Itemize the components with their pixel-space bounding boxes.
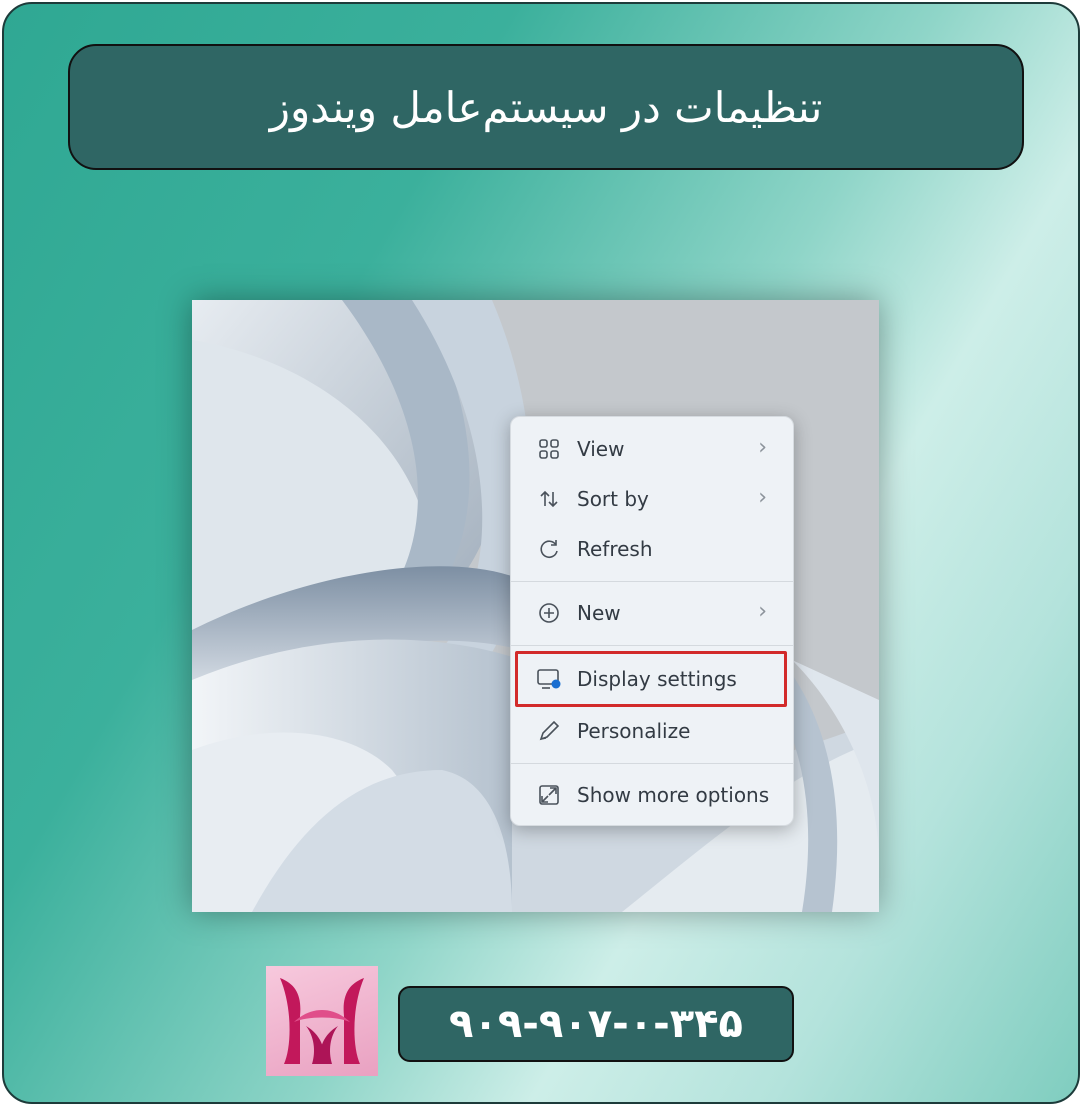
phone-box: ۹۰۹-۹۰۷-۰-۳۴۵ xyxy=(398,986,794,1062)
context-menu: View › Sort by › Refresh New › Display s… xyxy=(510,416,794,826)
windows-screenshot: View › Sort by › Refresh New › Display s… xyxy=(192,300,879,912)
sort-arrows-icon xyxy=(535,485,563,513)
page-title: تنظیمات در سیستم‌عامل ویندوز xyxy=(269,82,823,132)
plus-circle-icon xyxy=(535,599,563,627)
card: تنظیمات در سیستم‌عامل ویندوز xyxy=(2,2,1080,1104)
phone-number: ۹۰۹-۹۰۷-۰-۳۴۵ xyxy=(449,1001,743,1047)
menu-item-label: Refresh xyxy=(577,537,653,561)
chevron-right-icon: › xyxy=(758,435,767,460)
menu-item-personalize[interactable]: Personalize xyxy=(517,709,789,753)
brand-logo xyxy=(266,966,378,1076)
menu-item-sort-by[interactable]: Sort by › xyxy=(517,477,789,521)
chevron-right-icon: › xyxy=(758,485,767,510)
menu-item-label: View xyxy=(577,437,625,461)
refresh-icon xyxy=(535,535,563,563)
grid-icon xyxy=(535,435,563,463)
menu-item-label: Show more options xyxy=(577,783,770,807)
menu-item-refresh[interactable]: Refresh xyxy=(517,527,789,571)
highlight-box xyxy=(515,651,787,707)
menu-item-label: New xyxy=(577,601,621,625)
menu-item-label: Personalize xyxy=(577,719,691,743)
expand-icon xyxy=(535,781,563,809)
menu-divider xyxy=(511,581,793,582)
menu-divider xyxy=(511,763,793,764)
menu-item-label: Sort by xyxy=(577,487,649,511)
menu-divider xyxy=(511,645,793,646)
menu-item-show-more-options[interactable]: Show more options xyxy=(517,773,789,817)
menu-item-new[interactable]: New › xyxy=(517,591,789,635)
chevron-right-icon: › xyxy=(758,599,767,624)
menu-item-view[interactable]: View › xyxy=(517,427,789,471)
title-bar: تنظیمات در سیستم‌عامل ویندوز xyxy=(68,44,1024,170)
pencil-icon xyxy=(535,717,563,745)
